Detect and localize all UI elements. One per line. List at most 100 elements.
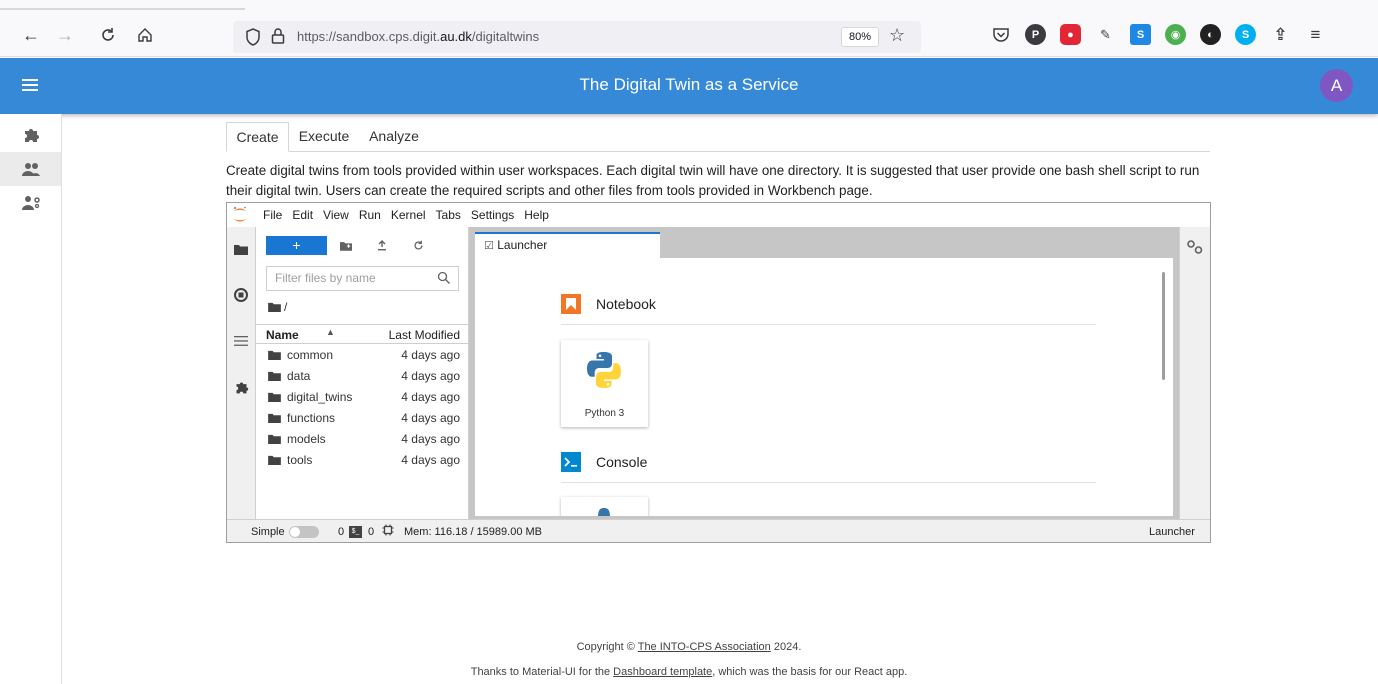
python-logo-icon (587, 352, 621, 388)
extension-s-icon[interactable]: S (1130, 24, 1151, 45)
browser-menu-icon[interactable]: ≡ (1305, 24, 1326, 45)
user-avatar[interactable]: A (1320, 69, 1353, 102)
list-item[interactable]: functions 4 days ago (256, 408, 468, 429)
file-list-header: Name ▲ Last Modified (256, 324, 468, 344)
home-icon[interactable] (134, 24, 156, 46)
lock-icon[interactable] (271, 27, 285, 45)
list-item[interactable]: tools 4 days ago (256, 450, 468, 471)
section-console: Console (561, 452, 647, 472)
extension-shoe-icon[interactable]: ✎ (1095, 24, 1116, 45)
nav-library[interactable] (0, 118, 61, 152)
list-item[interactable]: data 4 days ago (256, 366, 468, 387)
reload-icon[interactable] (97, 24, 119, 46)
launcher-panel: Notebook Python 3 Console (475, 258, 1173, 516)
kernel-card-python3[interactable]: Python 3 (561, 340, 648, 427)
upload-icon[interactable] (372, 236, 392, 255)
tracking-shield-icon[interactable] (245, 28, 261, 50)
browser-tab-strip (0, 0, 245, 10)
breadcrumb[interactable]: / (268, 300, 287, 314)
new-launcher-button[interactable]: + (266, 236, 327, 255)
into-cps-association-link[interactable]: The INTO-CPS Association (638, 641, 771, 653)
dashboard-template-link[interactable]: Dashboard template (613, 666, 712, 678)
engineering-icon (21, 196, 40, 210)
kernel-count[interactable]: 0 (338, 526, 344, 538)
menu-run[interactable]: Run (359, 208, 381, 222)
filter-files-input[interactable] (267, 267, 427, 289)
menu-file[interactable]: File (263, 208, 282, 222)
menu-kernel[interactable]: Kernel (391, 208, 426, 222)
bookmark-star-icon[interactable]: ☆ (889, 25, 905, 46)
url-domain: au.dk (440, 29, 472, 44)
zoom-level-badge[interactable]: 80% (841, 27, 879, 47)
python-logo-icon (598, 508, 610, 516)
menu-edit[interactable]: Edit (292, 208, 313, 222)
running-stop-icon[interactable] (227, 281, 255, 309)
extension-manager-puzzle-icon[interactable] (227, 373, 255, 401)
file-name: functions (287, 411, 336, 425)
section-divider (561, 324, 1096, 325)
tab-execute[interactable]: Execute (289, 122, 359, 152)
list-item[interactable]: common 4 days ago (256, 345, 468, 366)
property-inspector-gears-icon[interactable] (1186, 239, 1204, 260)
url-text[interactable]: https://sandbox.cps.digit.au.dk/digitalt… (297, 29, 539, 44)
dock-tab-launcher[interactable]: ☑ Launcher (475, 232, 660, 258)
file-modified: 4 days ago (401, 369, 460, 383)
nav-workbench[interactable] (0, 186, 61, 220)
tab-create[interactable]: Create (226, 122, 289, 152)
jupyter-status-bar: Simple 0 $_ 0 Mem: 116.18 / 15989.00 MB … (227, 519, 1210, 542)
footer-copyright: Copyright © The INTO-CPS Association 202… (0, 641, 1378, 653)
folder-icon (268, 434, 281, 444)
footer-thanks: Thanks to Material-UI for the Dashboard … (0, 666, 1378, 678)
url-path: /digitaltwins (471, 29, 540, 44)
create-description: Create digital twins from tools provided… (226, 163, 1200, 198)
jupyter-main-area: ☑ Launcher Notebook Python 3 Console (469, 227, 1179, 519)
console-card-python3[interactable] (561, 497, 648, 516)
column-header-last-modified[interactable]: Last Modified (389, 328, 460, 342)
file-modified: 4 days ago (401, 390, 460, 404)
url-bar[interactable]: https://sandbox.cps.digit.au.dk/digitalt… (233, 21, 921, 53)
jupyter-left-sidebar (227, 227, 256, 519)
copyright-prefix: Copyright © (576, 641, 638, 653)
list-item[interactable]: digital_twins 4 days ago (256, 387, 468, 408)
filter-files-field[interactable] (266, 266, 459, 291)
dock-tab-label: Launcher (497, 238, 548, 252)
menu-settings[interactable]: Settings (471, 208, 514, 222)
file-modified: 4 days ago (401, 411, 460, 425)
extension-green-icon[interactable]: ◉ (1165, 24, 1186, 45)
extension-dark-icon[interactable]: ◐ (1200, 24, 1221, 45)
simple-mode-toggle[interactable] (289, 526, 319, 538)
file-name: models (287, 432, 326, 446)
column-header-name[interactable]: Name (266, 328, 299, 342)
sort-ascending-icon[interactable]: ▲ (326, 327, 335, 337)
tab-analyze[interactable]: Analyze (359, 122, 429, 152)
ublock-icon[interactable]: ● (1060, 24, 1081, 45)
list-item[interactable]: models 4 days ago (256, 429, 468, 450)
folder-icon (268, 413, 281, 423)
jupyterlab-frame[interactable]: File Edit View Run Kernel Tabs Settings … (226, 202, 1211, 543)
forward-icon[interactable]: → (54, 24, 76, 46)
file-modified: 4 days ago (401, 348, 460, 362)
left-navigation-rail (0, 114, 62, 684)
menu-view[interactable]: View (323, 208, 349, 222)
file-name: tools (287, 453, 313, 467)
skype-icon[interactable]: S (1235, 24, 1256, 45)
refresh-icon[interactable] (408, 236, 428, 255)
file-browser-folder-icon[interactable] (227, 235, 255, 263)
section-notebook-title: Notebook (596, 296, 656, 312)
menu-tabs[interactable]: Tabs (436, 208, 461, 222)
launcher-scrollbar[interactable] (1162, 272, 1165, 380)
share-icon[interactable]: ⇪ (1270, 24, 1291, 45)
table-of-contents-icon[interactable] (227, 327, 255, 355)
extension-p-icon[interactable]: P (1025, 24, 1046, 45)
thanks-prefix: Thanks to Material-UI for the (470, 666, 614, 678)
nav-digital-twins[interactable] (0, 152, 61, 186)
section-notebook: Notebook (561, 294, 656, 314)
breadcrumb-root[interactable]: / (284, 300, 287, 314)
new-folder-icon[interactable] (336, 236, 356, 255)
pocket-icon[interactable] (990, 24, 1011, 45)
terminal-count[interactable]: 0 (368, 526, 374, 538)
jupyter-menubar: File Edit View Run Kernel Tabs Settings … (227, 203, 1210, 227)
back-icon[interactable]: ← (20, 24, 42, 46)
thanks-suffix: , which was the basis for our React app. (712, 666, 908, 678)
menu-help[interactable]: Help (524, 208, 549, 222)
